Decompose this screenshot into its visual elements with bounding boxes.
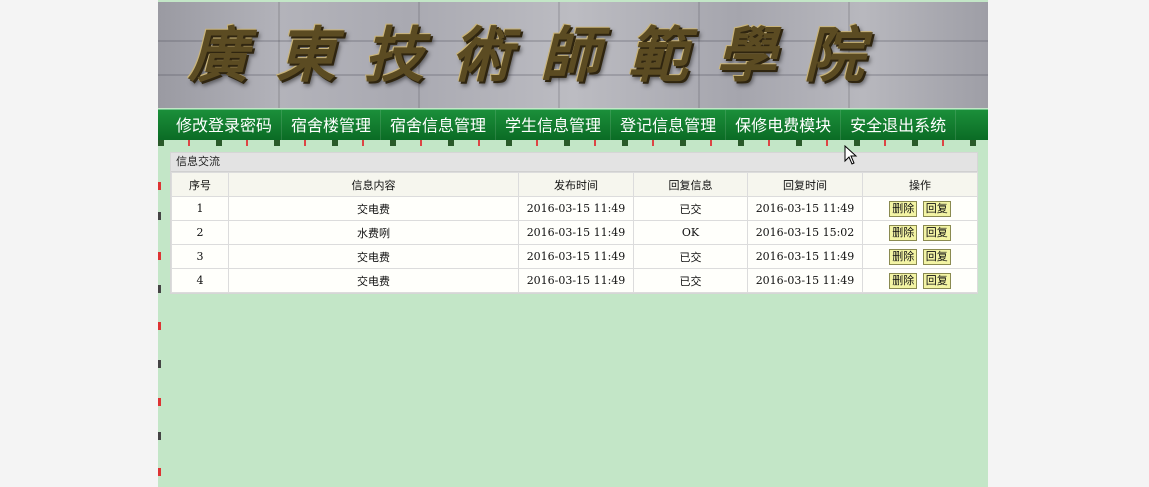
header-banner: 廣東技術師範學院	[158, 2, 988, 108]
edge-decoration	[158, 322, 161, 330]
table-row: 1 交电费 2016-03-15 11:49 已交 2016-03-15 11:…	[171, 196, 978, 221]
delete-button[interactable]: 删除	[889, 200, 918, 217]
edge-decoration	[158, 398, 161, 406]
table-header-row: 序号 信息内容 发布时间 回复信息 回复时间 操作	[171, 172, 978, 197]
decorative-strip	[158, 140, 988, 146]
nav-repair-electricity-module[interactable]: 保修电费模块	[726, 110, 842, 141]
table-row: 4 交电费 2016-03-15 11:49 已交 2016-03-15 11:…	[171, 268, 978, 293]
cell-reply: 已交	[633, 196, 748, 221]
school-name-logo: 廣東技術師範學院	[188, 21, 892, 91]
cell-content: 交电费	[228, 244, 519, 269]
message-table: 序号 信息内容 发布时间 回复信息 回复时间 操作 1 交电费 2016-03-…	[171, 172, 978, 293]
edge-decoration	[158, 252, 161, 260]
cell-content: 水费咧	[228, 220, 519, 245]
cell-publish-time: 2016-03-15 11:49	[518, 196, 634, 221]
cell-reply-time: 2016-03-15 11:49	[747, 244, 863, 269]
col-header-reply: 回复信息	[633, 172, 748, 197]
message-panel: 信息交流 序号 信息内容 发布时间 回复信息 回复时间 操作 1 交电费 201…	[170, 152, 978, 294]
delete-button[interactable]: 删除	[889, 224, 918, 241]
cell-no: 2	[171, 220, 229, 245]
nav-building-management[interactable]: 宿舍楼管理	[282, 110, 382, 141]
nav-change-password[interactable]: 修改登录密码	[158, 110, 283, 141]
edge-decoration	[158, 468, 161, 476]
cell-content: 交电费	[228, 196, 519, 221]
cell-no: 4	[171, 268, 229, 293]
cell-no: 1	[171, 196, 229, 221]
cell-reply-time: 2016-03-15 15:02	[747, 220, 863, 245]
cell-reply-time: 2016-03-15 11:49	[747, 196, 863, 221]
cell-publish-time: 2016-03-15 11:49	[518, 220, 634, 245]
col-header-content: 信息内容	[228, 172, 519, 197]
reply-button[interactable]: 回复	[922, 200, 951, 217]
edge-decoration	[158, 285, 161, 293]
nav-dorm-info-management[interactable]: 宿舍信息管理	[381, 110, 497, 141]
reply-button[interactable]: 回复	[922, 248, 951, 265]
cell-publish-time: 2016-03-15 11:49	[518, 268, 634, 293]
reply-button[interactable]: 回复	[922, 224, 951, 241]
edge-decoration	[158, 182, 161, 190]
edge-decoration	[158, 360, 161, 368]
edge-decoration	[158, 432, 161, 440]
nav-logout[interactable]: 安全退出系统	[841, 110, 957, 141]
cell-reply: 已交	[633, 268, 748, 293]
table-row: 3 交电费 2016-03-15 11:49 已交 2016-03-15 11:…	[171, 244, 978, 269]
cell-content: 交电费	[228, 268, 519, 293]
delete-button[interactable]: 删除	[889, 272, 918, 289]
cell-no: 3	[171, 244, 229, 269]
cell-reply: OK	[633, 220, 748, 245]
edge-decoration	[158, 212, 161, 220]
mouse-cursor-icon	[844, 145, 858, 165]
cell-actions: 删除 回复	[862, 220, 978, 245]
cell-actions: 删除 回复	[862, 196, 978, 221]
cell-reply: 已交	[633, 244, 748, 269]
delete-button[interactable]: 删除	[889, 248, 918, 265]
col-header-publish-time: 发布时间	[518, 172, 634, 197]
reply-button[interactable]: 回复	[922, 272, 951, 289]
main-nav: 修改登录密码 宿舍楼管理 宿舍信息管理 学生信息管理 登记信息管理 保修电费模块…	[158, 109, 988, 143]
cell-publish-time: 2016-03-15 11:49	[518, 244, 634, 269]
cell-actions: 删除 回复	[862, 268, 978, 293]
cell-reply-time: 2016-03-15 11:49	[747, 268, 863, 293]
table-row: 2 水费咧 2016-03-15 11:49 OK 2016-03-15 15:…	[171, 220, 978, 245]
main-frame: 廣東技術師範學院 修改登录密码 宿舍楼管理 宿舍信息管理 学生信息管理 登记信息…	[158, 0, 988, 487]
cell-actions: 删除 回复	[862, 244, 978, 269]
col-header-reply-time: 回复时间	[747, 172, 863, 197]
nav-registration-management[interactable]: 登记信息管理	[611, 110, 727, 141]
col-header-actions: 操作	[862, 172, 978, 197]
col-header-no: 序号	[171, 172, 229, 197]
nav-student-info-management[interactable]: 学生信息管理	[496, 110, 612, 141]
